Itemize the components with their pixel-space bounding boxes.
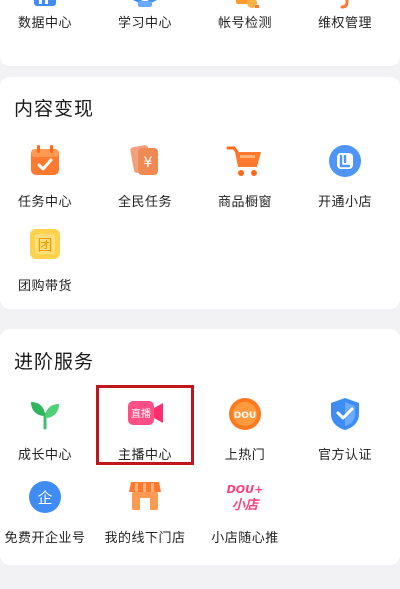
grid-item-data-center[interactable]: 数据中心: [0, 0, 95, 31]
grid-item-open-shop[interactable]: 开通小店: [295, 143, 395, 210]
grid-item-group-buy[interactable]: 团 团购带货: [0, 227, 95, 294]
storefront-icon: [129, 482, 161, 510]
grid-item-label: 帐号检测: [217, 16, 272, 31]
dou-plus-icon-text: DOU+: [227, 483, 264, 496]
grid-item-offline-store[interactable]: 我的线下门店: [95, 479, 195, 546]
sprout-icon: [31, 402, 59, 430]
grid-item-label: 官方认证: [317, 448, 372, 463]
grid-item-rights-management[interactable]: 维权管理: [295, 0, 395, 31]
grid-item-product-showcase[interactable]: 商品橱窗: [195, 143, 295, 210]
section-title: 进阶服务: [14, 351, 95, 373]
cap-icon: [133, 0, 157, 7]
grid-item-label: 我的线下门店: [104, 531, 186, 546]
dou-plus-icon: DOU+ 小店: [227, 483, 264, 513]
grid-item-account-check[interactable]: 帐号检测: [195, 0, 295, 31]
top-tools-card: 数据中心 学习中心 帐号检测 维权管理: [0, 0, 400, 66]
grid-item-label: 免费开企业号: [4, 531, 86, 546]
enterprise-icon: 企: [29, 481, 61, 513]
grid-item-task-center[interactable]: 任务中心: [0, 143, 95, 210]
group-buy-icon: 团: [30, 229, 60, 259]
grid-item-label: 团购带货: [17, 279, 72, 294]
dou-plus-icon-subtext: 小店: [232, 497, 260, 513]
section-title: 内容变现: [14, 98, 95, 120]
grid-item-label: 开通小店: [317, 195, 372, 210]
calendar-icon: [31, 145, 59, 175]
grid-item-trending[interactable]: DOU 上热门: [195, 396, 295, 463]
svg-text:团: 团: [37, 236, 52, 254]
svg-text:¥: ¥: [144, 155, 153, 171]
advanced-services-card: 进阶服务 成长中心 直播 主播中心 DOU 上热门 官方认证 企 免费开企业号 …: [0, 329, 400, 565]
check-icon: [236, 0, 259, 8]
grid-item-all-people-tasks[interactable]: ¥ 全民任务: [95, 143, 195, 210]
shield-check-icon: [331, 398, 359, 430]
dou-icon: DOU: [229, 398, 261, 430]
grid-item-free-enterprise-account[interactable]: 企 免费开企业号: [0, 479, 95, 546]
grid-item-label: 数据中心: [17, 16, 72, 31]
grid-item-official-verification[interactable]: 官方认证: [295, 396, 395, 463]
grid-item-label: 上热门: [224, 448, 266, 463]
grid-item-label: 成长中心: [17, 448, 72, 463]
grid-item-label: 学习中心: [117, 16, 172, 31]
grid-item-label: 任务中心: [17, 195, 72, 210]
grid-item-label: 商品橱窗: [217, 195, 272, 210]
chart-icon: [34, 0, 56, 6]
grid-item-growth-center[interactable]: 成长中心: [0, 396, 95, 463]
grid-item-learning-center[interactable]: 学习中心: [95, 0, 195, 31]
grid-item-label: 小店随心推: [211, 531, 279, 546]
yen-icon: ¥: [130, 145, 158, 175]
grid-item-label: 维权管理: [317, 16, 372, 31]
grid-item-shop-promote[interactable]: DOU+ 小店 小店随心推: [195, 479, 295, 546]
shop-icon: [329, 145, 361, 177]
cart-icon: [226, 146, 261, 176]
content-monetization-card: 内容变现 任务中心 ¥ 全民任务 商品橱窗 开通小店 团 团购带货: [0, 77, 400, 309]
highlight-box: [96, 385, 194, 465]
bottom-spacer: [0, 565, 400, 589]
dou-icon-text: DOU: [234, 411, 256, 421]
grid-item-label: 全民任务: [117, 195, 172, 210]
enterprise-icon-text: 企: [37, 489, 52, 507]
hook-icon: [340, 0, 349, 9]
